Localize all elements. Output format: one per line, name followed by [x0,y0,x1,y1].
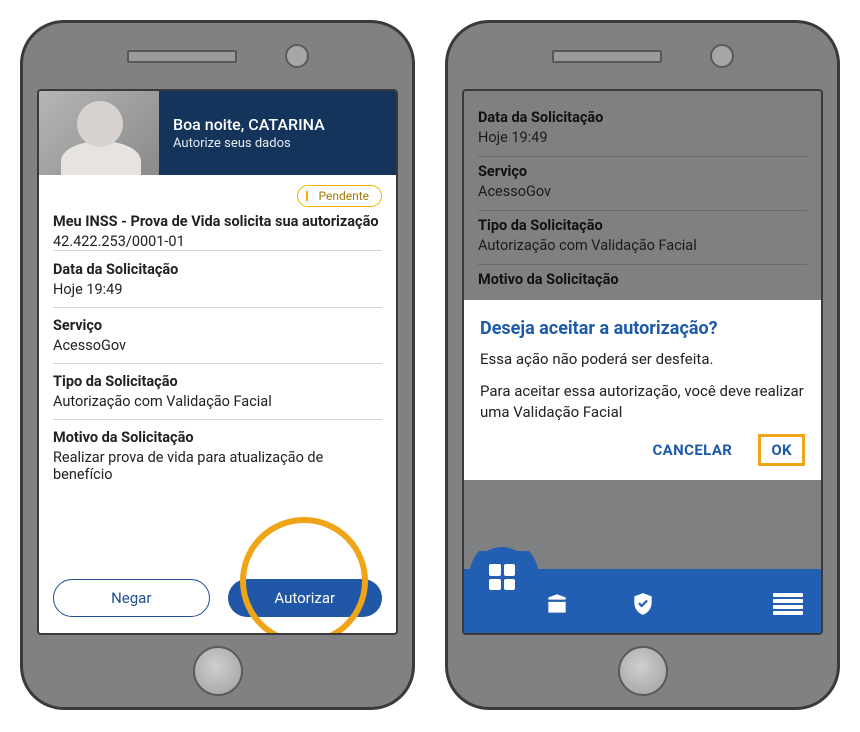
action-row: Negar Autorizar [39,561,396,633]
grid-icon [489,564,515,590]
dialog-title: Deseja aceitar a autorização? [480,318,805,339]
value-tipo: Autorização com Validação Facial [478,237,807,265]
ok-button[interactable]: OK [771,441,792,459]
phone-frame-right: Data da Solicitação Hoje 19:49 Serviço A… [445,20,840,710]
device-top-bar [23,23,412,89]
confirm-dialog: Deseja aceitar a autorização? Essa ação … [464,300,821,480]
cancel-button[interactable]: CANCELAR [652,441,732,459]
wallet-icon [544,591,570,617]
label-motivo: Motivo da Solicitação [53,429,382,446]
nav-menu-button[interactable] [773,593,803,615]
phone-frame-left: Boa noite, CATARINA Autorize seus dados … [20,20,415,710]
deny-button[interactable]: Negar [53,579,210,617]
value-data: Hoje 19:49 [478,129,807,157]
greeting-text: Boa noite, CATARINA [173,115,325,134]
nav-wallet-button[interactable] [544,591,570,617]
value-servico: AcessoGov [53,337,382,364]
dimmed-background: Data da Solicitação Hoje 19:49 Serviço A… [464,91,821,296]
speaker-slot [552,50,662,63]
device-bottom-bar [448,635,837,707]
request-details: Pendente Meu INSS - Prova de Vida solici… [39,175,396,561]
nav-home-button[interactable] [472,547,532,607]
header-subtitle: Autorize seus dados [173,136,325,151]
status-badge: Pendente [297,185,382,207]
bottom-nav [464,575,821,633]
authorize-button[interactable]: Autorizar [228,579,383,617]
home-button[interactable] [193,646,243,696]
front-camera-icon [285,44,309,68]
ok-highlight-box: OK [758,434,805,466]
screen-left: Boa noite, CATARINA Autorize seus dados … [37,89,398,635]
value-data: Hoje 19:49 [53,281,382,308]
screen-right: Data da Solicitação Hoje 19:49 Serviço A… [462,89,823,635]
label-tipo: Tipo da Solicitação [478,217,807,234]
label-tipo: Tipo da Solicitação [53,373,382,390]
label-servico: Serviço [478,163,807,180]
value-servico: AcessoGov [478,183,807,211]
label-data: Data da Solicitação [53,261,382,278]
user-avatar [39,91,159,175]
shield-check-icon [630,591,656,617]
speaker-slot [127,50,237,63]
device-top-bar [448,23,837,89]
menu-icon [773,593,803,597]
label-data: Data da Solicitação [478,109,807,126]
dialog-warning: Essa ação não poderá ser desfeita. [480,349,805,369]
requestor-cnpj: 42.422.253/0001-01 [53,233,382,251]
value-motivo: Realizar prova de vida para atualização … [53,449,382,492]
home-button[interactable] [618,646,668,696]
label-servico: Serviço [53,317,382,334]
front-camera-icon [710,44,734,68]
request-title: Meu INSS - Prova de Vida solicita sua au… [53,213,382,230]
dialog-instruction: Para aceitar essa autorização, você deve… [480,381,805,422]
device-bottom-bar [23,635,412,707]
label-motivo: Motivo da Solicitação [478,271,807,296]
nav-security-button[interactable] [630,591,656,617]
value-tipo: Autorização com Validação Facial [53,393,382,420]
app-header: Boa noite, CATARINA Autorize seus dados [39,91,396,175]
